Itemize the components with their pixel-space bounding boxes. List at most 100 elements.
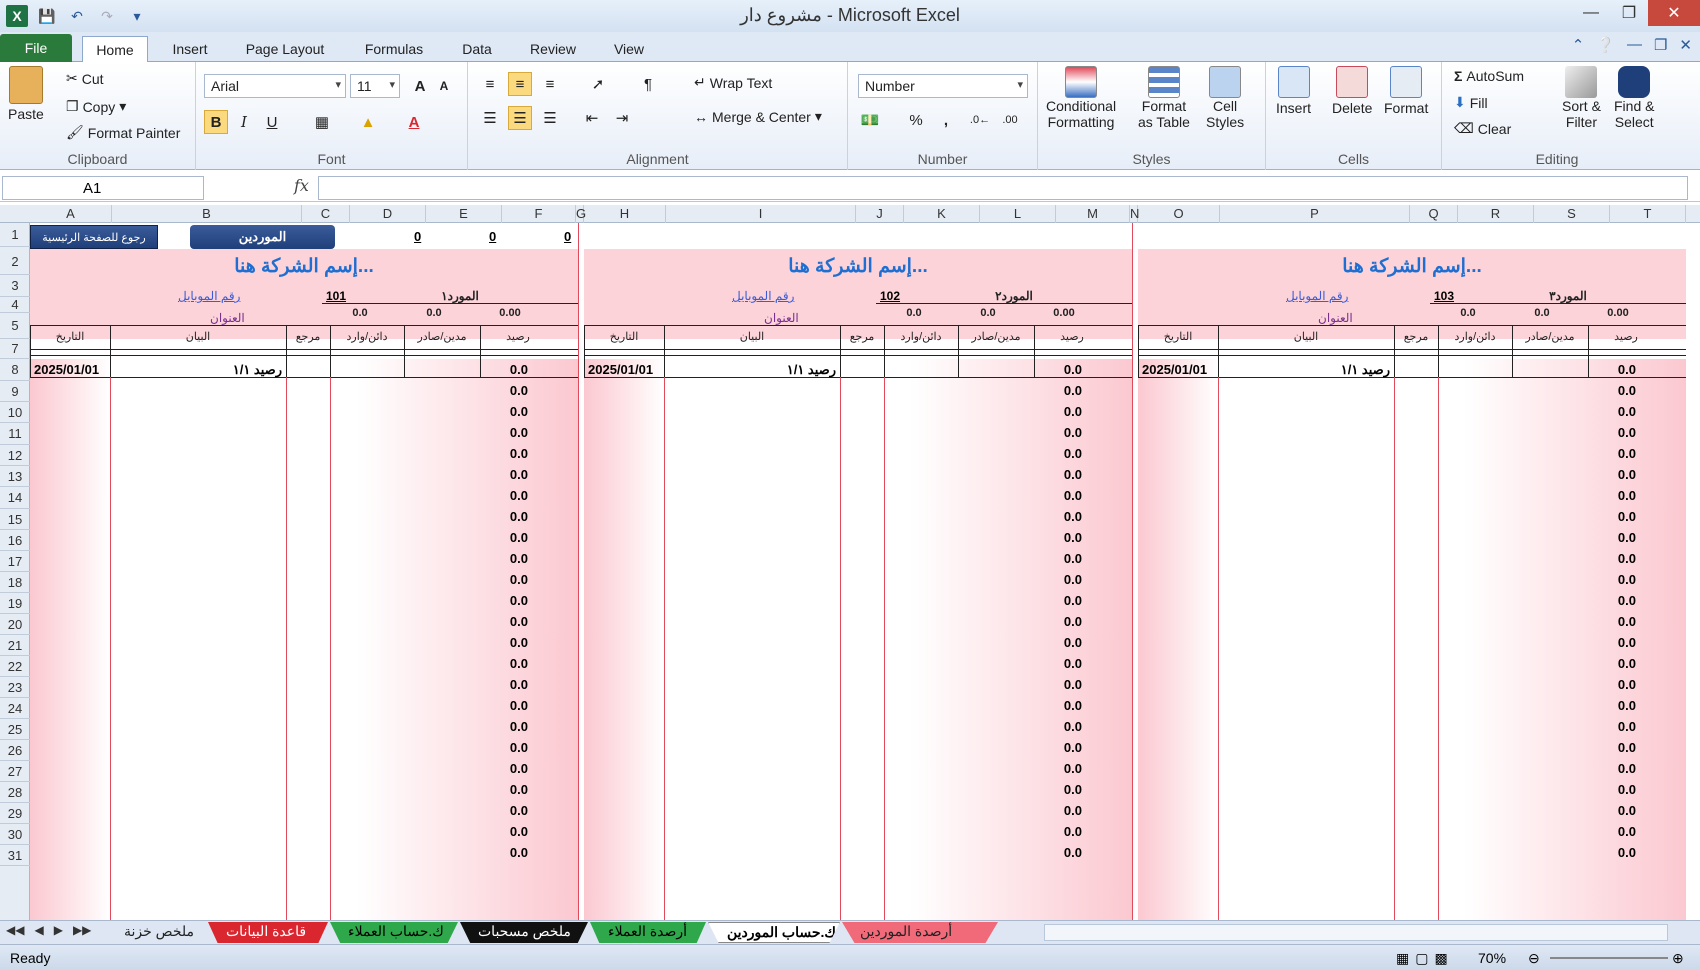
row-header[interactable]: 20 <box>0 614 30 635</box>
next-sheet-icon[interactable]: ▶ <box>54 923 63 937</box>
workbook-restore-icon[interactable]: ❐ <box>1654 36 1667 54</box>
column-header[interactable]: G <box>576 205 586 223</box>
insert-button[interactable]: Insert <box>1276 66 1311 116</box>
align-middle-icon[interactable]: ≡ <box>508 72 532 96</box>
increase-indent-icon[interactable]: ⇥ <box>610 106 634 130</box>
spreadsheet-grid[interactable]: رجوع للصفحة الرئيسية الموردين 0 0 0 إسم … <box>30 223 1686 920</box>
workbook-minimize-icon[interactable]: — <box>1627 36 1642 54</box>
conditional-formatting-button[interactable]: Conditional Formatting <box>1046 66 1116 130</box>
row-header[interactable]: 10 <box>0 402 30 423</box>
column-header[interactable]: A <box>30 205 112 223</box>
align-center-icon[interactable]: ☰ <box>508 106 532 130</box>
column-header[interactable]: M <box>1056 205 1130 223</box>
borders-icon[interactable]: ▦ <box>310 110 334 134</box>
currency-icon[interactable]: 💵 <box>858 108 882 132</box>
row-header[interactable]: 3 <box>0 275 30 297</box>
mobile-link[interactable]: رقم الموبايل <box>178 289 240 303</box>
column-header[interactable]: S <box>1534 205 1610 223</box>
comma-button[interactable]: , <box>934 108 958 132</box>
row-header[interactable]: 8 <box>0 359 30 381</box>
row-header[interactable]: 18 <box>0 572 30 593</box>
zoom-out-icon[interactable]: ⊖ <box>1528 950 1540 967</box>
row-header[interactable]: 23 <box>0 677 30 698</box>
orientation-icon[interactable]: ➚ <box>586 72 610 96</box>
row-header[interactable]: 26 <box>0 740 30 761</box>
last-sheet-icon[interactable]: ▶▶ <box>73 923 91 937</box>
sheet-tab[interactable]: ك.حساب العملاء <box>330 922 458 943</box>
bold-button[interactable]: B <box>204 110 228 134</box>
clear-button[interactable]: ⌫ Clear <box>1454 120 1511 137</box>
help-icon[interactable]: ❔ <box>1596 36 1615 54</box>
wrap-text-button[interactable]: ↵ Wrap Text <box>694 74 772 91</box>
minimize-icon[interactable]: — <box>1572 0 1610 26</box>
column-header[interactable]: N <box>1130 205 1139 223</box>
tab-formulas[interactable]: Formulas <box>357 36 431 62</box>
percent-button[interactable]: % <box>904 108 928 132</box>
column-header[interactable]: J <box>856 205 904 223</box>
row-header[interactable]: 25 <box>0 719 30 740</box>
align-bottom-icon[interactable]: ≡ <box>538 72 562 96</box>
grow-font-icon[interactable]: A <box>408 74 432 98</box>
column-header[interactable]: B <box>112 205 302 223</box>
row-header[interactable]: 14 <box>0 487 30 509</box>
underline-button[interactable]: U <box>260 110 284 134</box>
autosum-button[interactable]: Σ AutoSum <box>1454 68 1524 84</box>
tab-review[interactable]: Review <box>525 36 581 62</box>
row-header[interactable]: 16 <box>0 530 30 551</box>
insert-function-icon[interactable]: fx <box>294 176 309 195</box>
sheet-tab[interactable]: ملخص خزنة <box>106 922 206 943</box>
tab-data[interactable]: Data <box>455 36 499 62</box>
align-top-icon[interactable]: ≡ <box>478 72 502 96</box>
column-header[interactable]: K <box>904 205 980 223</box>
row-header[interactable]: 9 <box>0 381 30 402</box>
first-sheet-icon[interactable]: ◀◀ <box>6 923 24 937</box>
sort-filter-button[interactable]: Sort & Filter <box>1562 66 1601 130</box>
sheet-tab[interactable]: أرصدة الموردين <box>842 922 998 943</box>
font-color-icon[interactable]: A <box>402 110 426 134</box>
page-layout-view-icon[interactable]: ▢ <box>1415 950 1428 967</box>
sheet-tab[interactable]: ك.حساب الموردين <box>708 922 840 943</box>
align-left-icon[interactable]: ☰ <box>478 106 502 130</box>
row-header[interactable]: 1 <box>0 223 30 247</box>
row-header[interactable]: 30 <box>0 824 30 845</box>
row-header[interactable]: 22 <box>0 656 30 677</box>
column-header[interactable]: R <box>1458 205 1534 223</box>
tab-home[interactable]: Home <box>82 36 148 63</box>
column-header[interactable]: F <box>502 205 576 223</box>
row-header[interactable]: 29 <box>0 803 30 824</box>
format-painter-button[interactable]: 🖌 Format Painter <box>66 124 180 141</box>
font-name-select[interactable]: Arial <box>204 74 346 98</box>
formula-input[interactable] <box>318 176 1688 200</box>
horizontal-scrollbar[interactable] <box>1044 924 1668 941</box>
row-header[interactable]: 21 <box>0 635 30 656</box>
cell-styles-button[interactable]: Cell Styles <box>1206 66 1244 130</box>
home-page-button[interactable]: رجوع للصفحة الرئيسية <box>30 225 158 249</box>
page-break-view-icon[interactable]: ▩ <box>1434 950 1447 967</box>
row-header[interactable]: 24 <box>0 698 30 719</box>
normal-view-icon[interactable]: ▦ <box>1396 950 1409 967</box>
column-header[interactable]: O <box>1138 205 1220 223</box>
paste-button[interactable]: Paste <box>8 66 44 122</box>
sheet-tab[interactable]: ملخص مسحبات <box>460 922 588 943</box>
sheet-tab[interactable]: قاعدة البيانات <box>208 922 328 943</box>
copy-button[interactable]: ❐ Copy ▾ <box>66 98 126 115</box>
zoom-slider[interactable] <box>1550 957 1668 959</box>
fill-color-icon[interactable]: ▲ <box>356 110 380 134</box>
tab-page-layout[interactable]: Page Layout <box>240 36 330 62</box>
column-header[interactable]: D <box>350 205 426 223</box>
column-header[interactable]: P <box>1220 205 1410 223</box>
row-header[interactable]: 2 <box>0 249 30 275</box>
sheet-tab[interactable]: أرصدة العملاء <box>590 922 706 943</box>
column-header[interactable]: Q <box>1410 205 1458 223</box>
name-box[interactable]: A1 <box>2 176 204 200</box>
cut-button[interactable]: ✂ Cut <box>66 70 104 87</box>
row-header[interactable]: 13 <box>0 466 30 487</box>
column-header[interactable]: T <box>1610 205 1686 223</box>
decrease-indent-icon[interactable]: ⇤ <box>580 106 604 130</box>
row-header[interactable]: 5 <box>0 313 30 339</box>
fill-button[interactable]: ⬇ Fill <box>1454 94 1488 111</box>
maximize-icon[interactable]: ❐ <box>1610 0 1648 26</box>
column-header[interactable]: C <box>302 205 350 223</box>
suppliers-button[interactable]: الموردين <box>190 225 335 249</box>
row-header[interactable]: 19 <box>0 593 30 614</box>
